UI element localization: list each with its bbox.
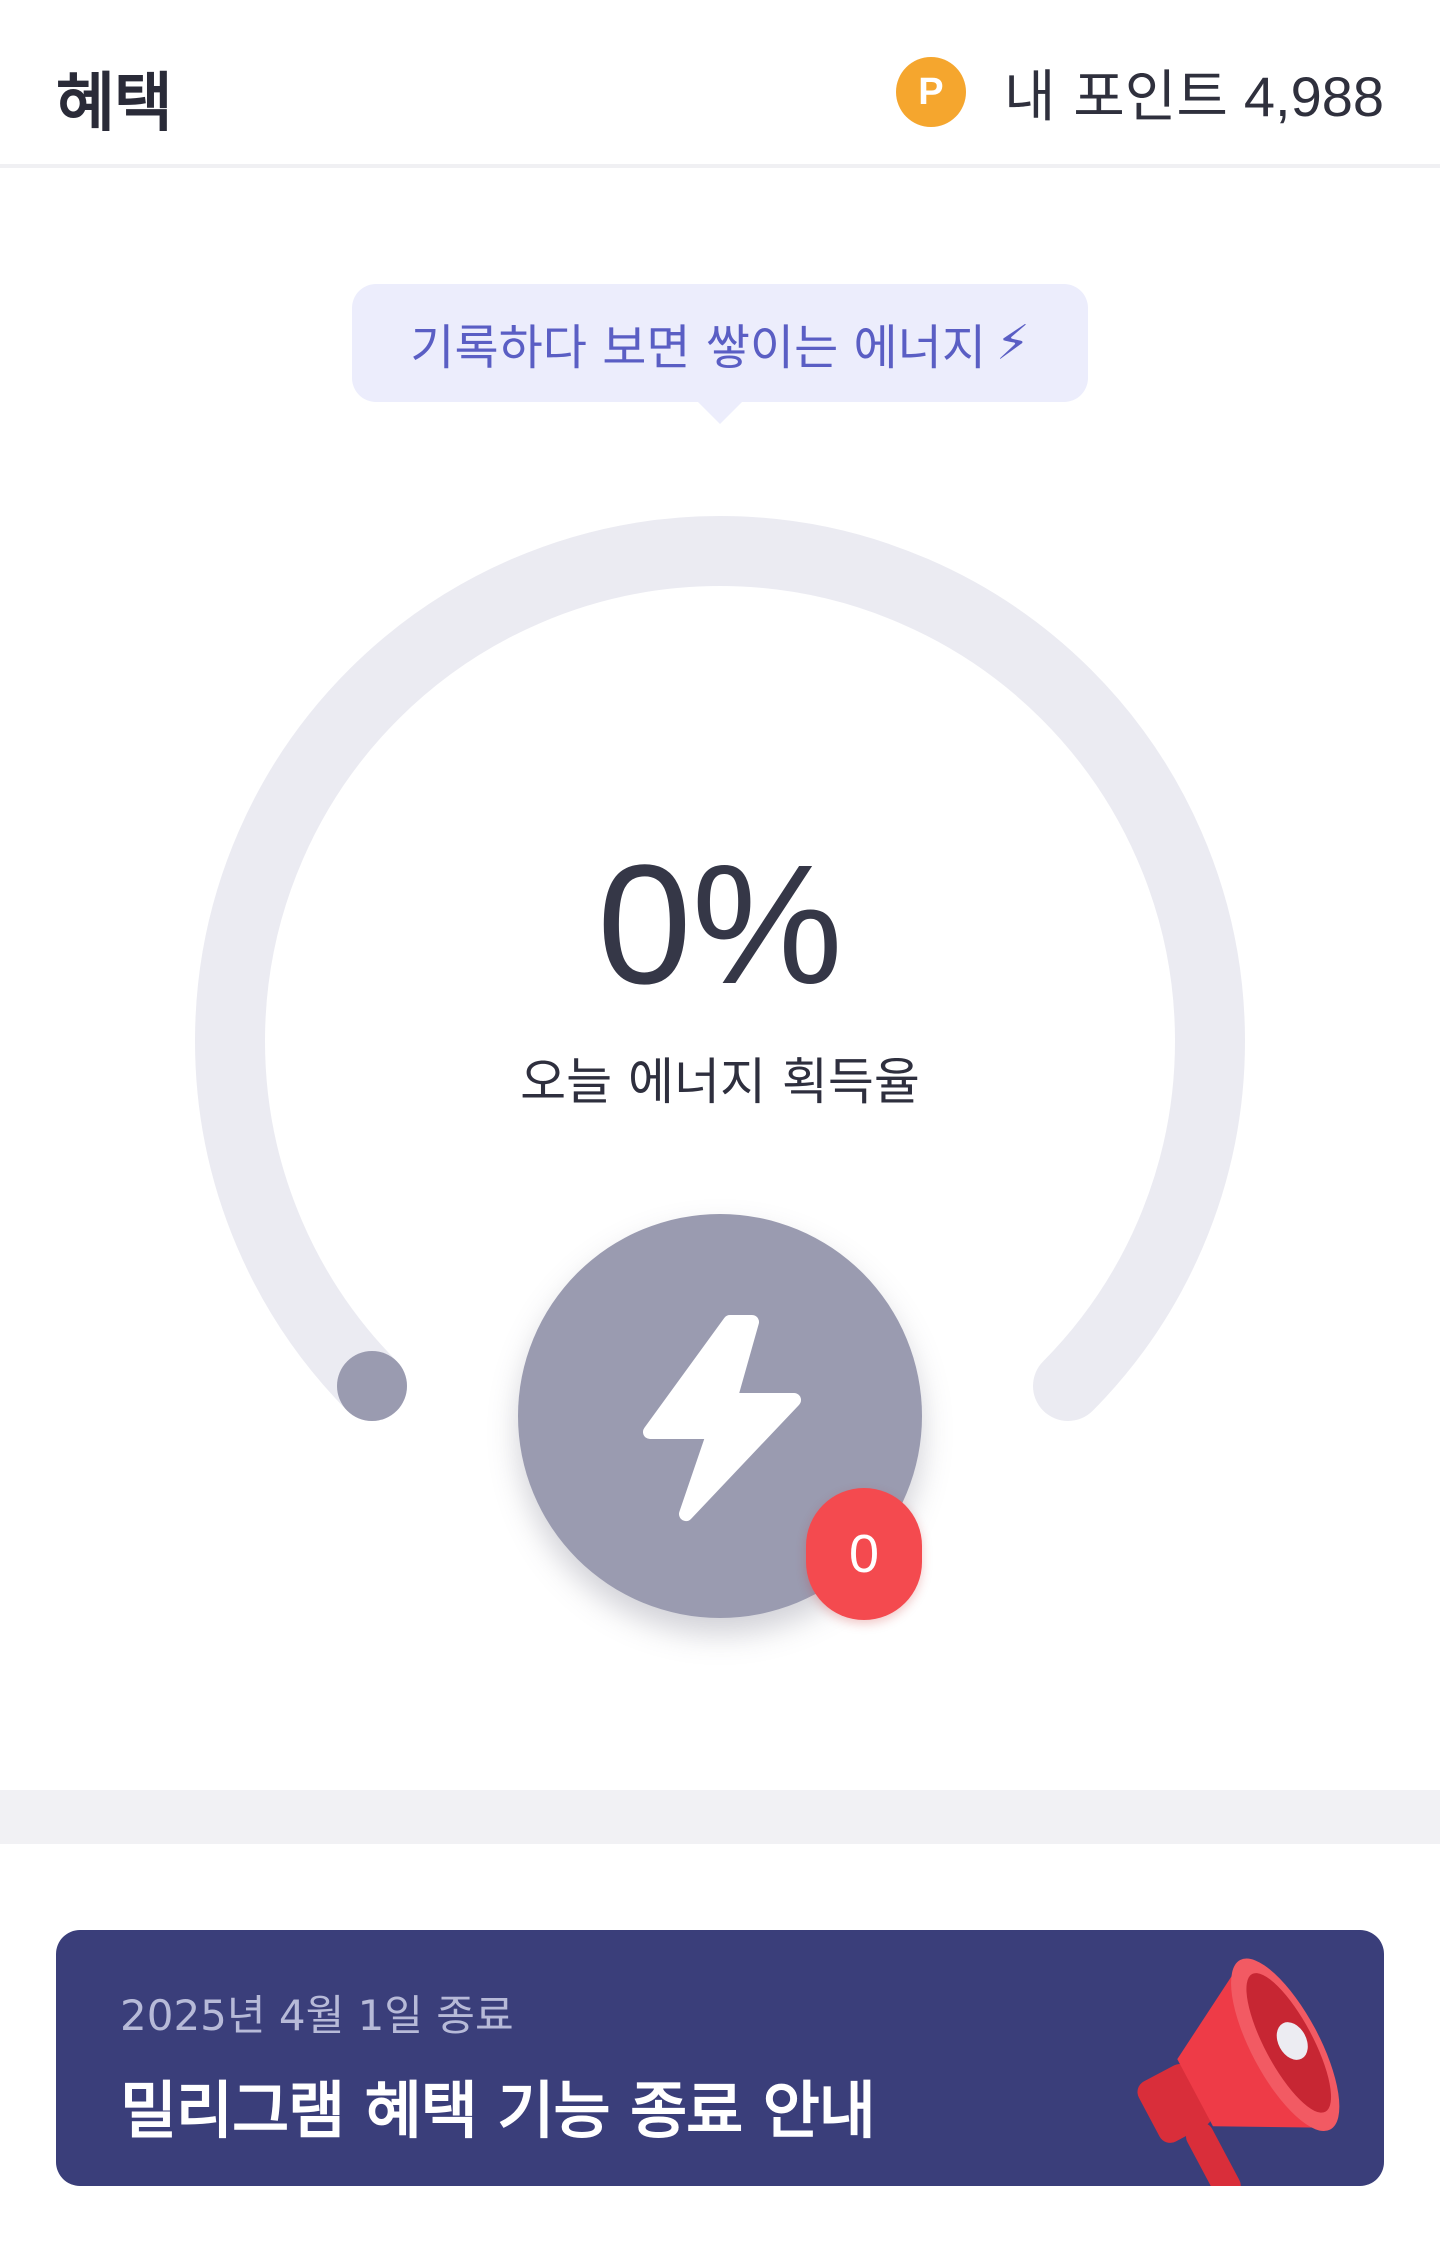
section-divider — [0, 1790, 1440, 1844]
banner-date: 2025년 4월 1일 종료 — [120, 1991, 514, 2040]
gauge-start-dot — [337, 1351, 407, 1421]
energy-percent: 0% — [597, 830, 843, 1020]
banner-title: 밀리그램 혜택 기능 종료 안내 — [120, 2074, 876, 2147]
energy-count-badge: 0 — [806, 1488, 922, 1620]
megaphone-icon — [1137, 1958, 1340, 2186]
energy-rate-label: 오늘 에너지 획득율 — [520, 1053, 920, 1111]
notice-banner[interactable]: 2025년 4월 1일 종료 밀리그램 혜택 기능 종료 안내 — [56, 1930, 1384, 2186]
